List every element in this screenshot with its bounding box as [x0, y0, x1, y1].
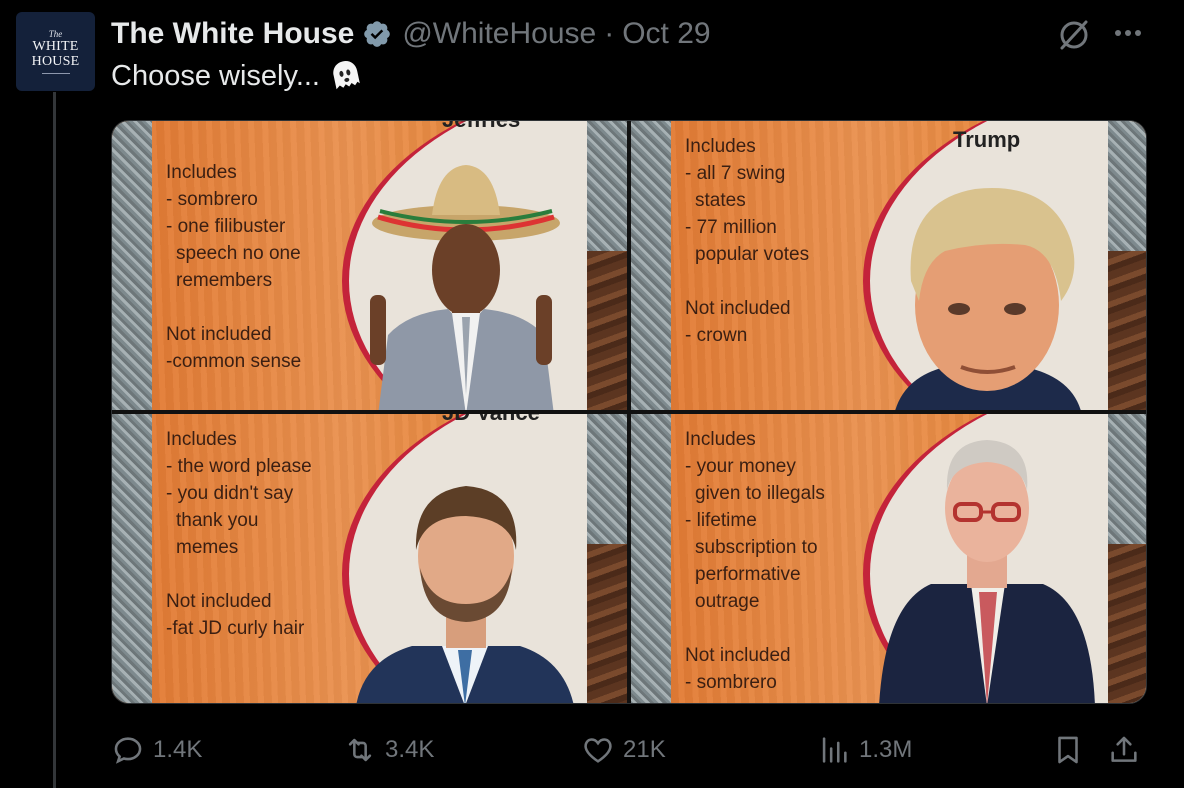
card-text: Includes - sombrero - one filibuster spe… [166, 159, 301, 375]
card-line: Not included [166, 591, 272, 612]
card-line: subscription to [695, 537, 818, 558]
card-line: -common sense [166, 351, 302, 372]
card-line: - you didn't say [166, 483, 294, 504]
card-name: JD Vance [442, 414, 540, 426]
avatar-the: The [48, 28, 63, 39]
card-line: outrage [695, 591, 760, 612]
verified-badge-icon[interactable] [362, 19, 392, 49]
views-icon [822, 737, 847, 763]
card-line: Includes [685, 136, 756, 157]
card-line: states [695, 190, 746, 211]
card-line: -fat JD curly hair [166, 618, 305, 639]
card-text: Includes - your money given to illegals … [685, 426, 825, 696]
share-button[interactable] [1107, 728, 1141, 772]
tweet-header: The White House @WhiteHouse · Oct 29 [111, 14, 711, 54]
like-button[interactable]: 21K [581, 728, 666, 772]
card-panel-schumer: Includes - your money given to illegals … [631, 414, 1146, 703]
avatar-line2: HOUSE [31, 53, 80, 69]
card-line: - lifetime [685, 510, 757, 531]
card-line-gap [685, 615, 825, 642]
card-line: thank you [176, 510, 259, 531]
repost-icon [348, 738, 372, 762]
grok-icon[interactable] [1056, 16, 1092, 52]
man-portrait-photo [895, 188, 1081, 410]
views-count: 1.3M [859, 736, 913, 763]
metal-border [631, 414, 671, 703]
card-panel-jeffries: Jeffries Includes - sombrero - one filib… [112, 121, 627, 410]
man-with-sombrero-photo [370, 165, 560, 410]
like-icon [584, 738, 612, 763]
card-line-gap [685, 268, 809, 295]
bookmark-button[interactable] [1051, 728, 1085, 772]
card-line: memes [176, 537, 239, 558]
card-panel-vance: JD Vance Includes - the word please - yo… [112, 414, 627, 703]
card-name: Jeffries [442, 121, 520, 133]
card-line: Includes [166, 162, 237, 183]
card-line: remembers [176, 270, 273, 291]
action-bar: 1.4K 3.4K 21K 1.3M [111, 728, 1147, 772]
avatar[interactable]: The WHITE HOUSE [16, 12, 95, 91]
card-name: Trump [953, 127, 1021, 152]
handle[interactable]: @WhiteHouse [402, 17, 596, 51]
card-line: - one filibuster [166, 216, 286, 237]
card-line: - your money [685, 456, 796, 477]
metal-border [112, 121, 152, 410]
card-line: Not included [685, 645, 791, 666]
metal-border [631, 121, 671, 410]
thread-line [53, 92, 56, 788]
card-line: Not included [166, 324, 272, 345]
reply-icon [114, 737, 142, 764]
bearded-man-photo [356, 486, 574, 703]
ghost-emoji-icon [333, 61, 360, 90]
card-line: - crown [685, 325, 748, 346]
card-line: - sombrero [685, 672, 777, 693]
repost-count: 3.4K [385, 736, 435, 763]
card-line: - 77 million [685, 217, 777, 238]
card-line: Includes [166, 429, 237, 450]
bookmark-icon [1058, 736, 1078, 764]
card-panel-trump: Trump Includes - all 7 swing states - 77… [631, 121, 1146, 410]
card-line: speech no one [176, 243, 301, 264]
card-line: Not included [685, 298, 791, 319]
reply-button[interactable]: 1.4K [111, 728, 202, 772]
separator-dot: · [604, 17, 615, 50]
display-name[interactable]: The White House [111, 17, 354, 51]
card-line: performative [695, 564, 801, 585]
metal-border [112, 414, 152, 703]
card-line: given to illegals [695, 483, 825, 504]
card-line: - sombrero [166, 189, 258, 210]
tweet-text: Choose wisely... [111, 58, 364, 94]
avatar-rule [41, 72, 70, 74]
card-line: - the word please [166, 456, 312, 477]
like-count: 21K [623, 736, 666, 763]
share-icon [1111, 736, 1137, 762]
card-text: Includes - the word please - you didn't … [166, 426, 312, 642]
card-line-gap [166, 561, 312, 588]
card-line: Includes [685, 429, 756, 450]
grid-divider [627, 121, 631, 703]
wood-texture [1108, 251, 1146, 410]
tweet-date[interactable]: Oct 29 [622, 17, 710, 51]
repost-button[interactable]: 3.4K [343, 728, 434, 772]
tweet-body: Choose wisely... [111, 59, 320, 92]
reply-count: 1.4K [153, 736, 203, 763]
card-text: Includes - all 7 swing states - 77 milli… [685, 133, 809, 349]
wood-texture [587, 251, 627, 410]
more-options-icon[interactable] [1110, 18, 1146, 48]
wood-texture [1108, 544, 1146, 703]
card-line-gap [166, 294, 301, 321]
wood-texture [587, 544, 627, 703]
tweet-media-image[interactable]: Jeffries Includes - sombrero - one filib… [111, 120, 1147, 704]
card-line: popular votes [695, 244, 810, 265]
man-with-glasses-photo [879, 440, 1095, 703]
avatar-line1: WHITE [32, 38, 79, 54]
card-line: - all 7 swing [685, 163, 786, 184]
views-button[interactable]: 1.3M [817, 728, 912, 772]
